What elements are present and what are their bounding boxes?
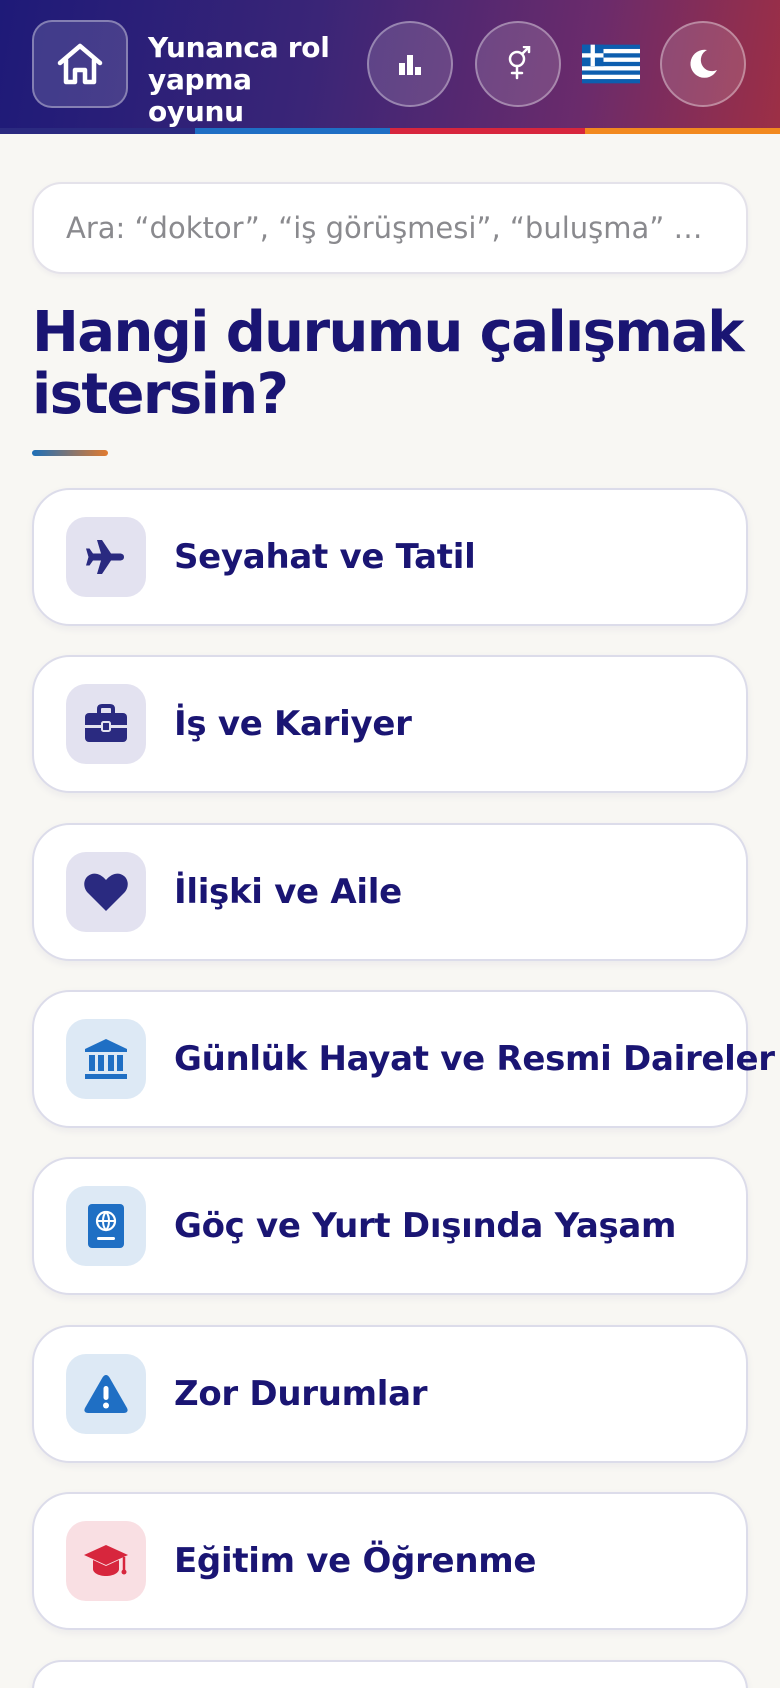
home-button[interactable] — [32, 20, 128, 108]
moon-icon — [690, 49, 717, 78]
category-icon-box — [66, 1186, 146, 1266]
category-icon-box — [66, 684, 146, 764]
category-label: Günlük Hayat ve Resmi Daireler — [174, 1039, 775, 1079]
gender-button[interactable] — [475, 21, 561, 107]
dark-mode-toggle[interactable] — [660, 21, 746, 107]
category-icon-box — [66, 1354, 146, 1434]
passport-icon — [88, 1204, 124, 1248]
bar-chart-icon — [399, 55, 421, 75]
home-icon — [57, 43, 103, 85]
app-title: Yunanca rol yapma oyunu — [148, 31, 330, 128]
heart-icon — [84, 873, 128, 911]
category-card-partial[interactable] — [32, 1660, 748, 1688]
category-card-travel[interactable]: Seyahat ve Tatil — [32, 488, 748, 626]
stripe-segment — [0, 128, 195, 134]
airplane-icon — [86, 540, 124, 574]
category-label: Eğitim ve Öğrenme — [174, 1541, 537, 1581]
category-label: Zor Durumlar — [174, 1374, 428, 1414]
gender-icon — [508, 46, 531, 80]
stripe-segment — [195, 128, 390, 134]
category-icon-box — [66, 852, 146, 932]
category-card-difficult-situations[interactable]: Zor Durumlar — [32, 1325, 748, 1463]
stripe-segment — [390, 128, 585, 134]
title-underline — [32, 450, 108, 456]
category-card-relationship[interactable]: İlişki ve Aile — [32, 823, 748, 961]
category-card-migration[interactable]: Göç ve Yurt Dışında Yaşam — [32, 1157, 748, 1295]
app-header: Yunanca rol yapma oyunu — [0, 0, 780, 134]
category-label: Göç ve Yurt Dışında Yaşam — [174, 1206, 677, 1246]
header-stripe — [0, 128, 780, 134]
language-flag-button[interactable] — [580, 38, 642, 90]
category-icon-box — [66, 1521, 146, 1601]
search-input[interactable] — [32, 182, 748, 274]
category-label: İlişki ve Aile — [174, 872, 402, 912]
warning-icon — [84, 1375, 128, 1413]
graduation-cap-icon — [84, 1545, 128, 1576]
bank-icon — [85, 1039, 127, 1079]
category-icon-box — [66, 517, 146, 597]
greek-flag-icon — [582, 44, 640, 84]
category-label: İş ve Kariyer — [174, 704, 412, 744]
category-icon-box — [66, 1019, 146, 1099]
category-card-daily-life[interactable]: Günlük Hayat ve Resmi Daireler — [32, 990, 775, 1128]
stats-button[interactable] — [367, 21, 453, 107]
category-label: Seyahat ve Tatil — [174, 537, 476, 577]
briefcase-icon — [85, 704, 127, 742]
page-title: Hangi durumu çalışmak istersin? — [32, 300, 745, 427]
category-card-work[interactable]: İş ve Kariyer — [32, 655, 748, 793]
category-card-education[interactable]: Eğitim ve Öğrenme — [32, 1492, 748, 1630]
stripe-segment — [585, 128, 780, 134]
